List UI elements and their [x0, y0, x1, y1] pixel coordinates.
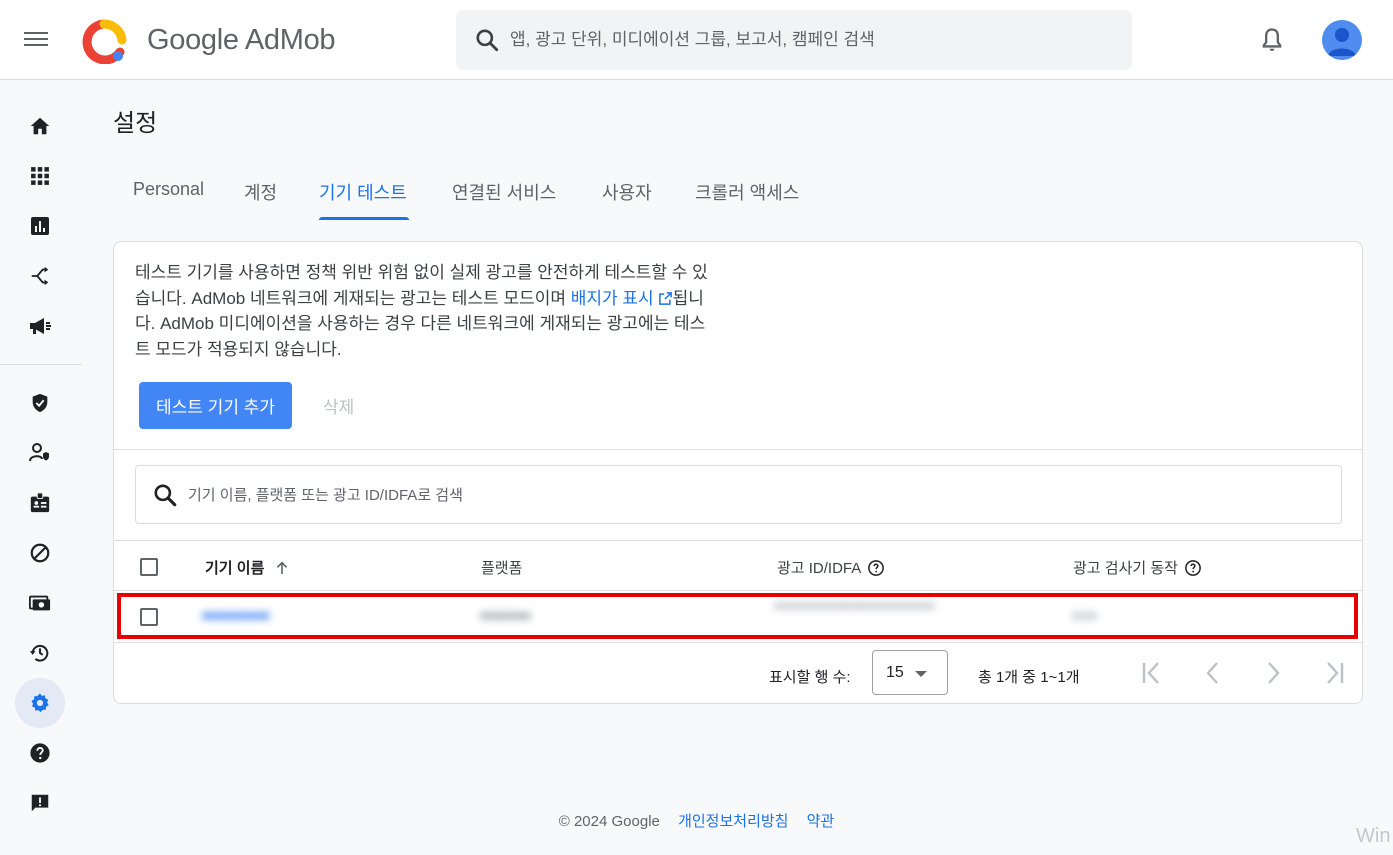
- nav-divider: [0, 364, 82, 365]
- inspector-value: ■■■: [1072, 607, 1098, 623]
- platform-value: ■■■■■■: [480, 607, 531, 623]
- nav-privacy-messaging[interactable]: [15, 428, 65, 478]
- last-page-icon[interactable]: [1318, 660, 1348, 686]
- nav-blocking-controls[interactable]: [15, 528, 65, 578]
- nav-campaigns[interactable]: [15, 301, 65, 351]
- global-search[interactable]: [456, 10, 1132, 70]
- col-header-device-name[interactable]: 기기 이름: [205, 557, 290, 578]
- shield-check-icon: [32, 393, 48, 413]
- device-search-input[interactable]: [188, 480, 1288, 510]
- rows-per-page-select[interactable]: 15: [872, 650, 948, 695]
- device-name-link[interactable]: ■■■■■■■■: [202, 607, 270, 623]
- col-header-ad-id[interactable]: 광고 ID/IDFA: [777, 557, 885, 578]
- reports-chart-icon: [31, 217, 49, 235]
- sort-arrow-up-icon[interactable]: [274, 560, 290, 576]
- footer: © 2024 Google 개인정보처리방침 약관: [0, 810, 1393, 831]
- divider: [114, 642, 1362, 643]
- badge-help-link-text[interactable]: 배지가 표시: [571, 289, 654, 308]
- privacy-link[interactable]: 개인정보처리방침: [678, 813, 788, 830]
- top-app-bar: Google AdMob: [0, 0, 1393, 80]
- next-page-icon[interactable]: [1258, 660, 1288, 686]
- help-circle-icon[interactable]: [1184, 559, 1202, 577]
- copyright: © 2024 Google: [558, 813, 660, 830]
- row-checkbox[interactable]: [140, 608, 158, 626]
- previous-page-icon[interactable]: [1198, 660, 1228, 686]
- nav-help[interactable]: [15, 728, 65, 778]
- tab-linked-services[interactable]: 연결된 서비스: [452, 165, 556, 221]
- device-search[interactable]: [135, 465, 1342, 524]
- rows-per-page-value: 15: [886, 664, 904, 681]
- nav-apps[interactable]: [15, 151, 65, 201]
- badge-help-link[interactable]: 배지가 표시: [571, 289, 673, 308]
- dropdown-caret-icon: [915, 671, 927, 677]
- nav-settings[interactable]: [15, 678, 65, 728]
- divider: [114, 540, 1362, 541]
- global-search-input[interactable]: [510, 24, 1110, 56]
- notifications-icon[interactable]: [1258, 26, 1286, 54]
- nav-reports[interactable]: [15, 201, 65, 251]
- mediation-split-icon: [31, 266, 49, 286]
- col-header-device-name-label: 기기 이름: [205, 560, 265, 577]
- apps-grid-icon: [31, 167, 49, 185]
- terms-link[interactable]: 약관: [807, 813, 835, 830]
- search-icon: [154, 484, 177, 507]
- side-navigation: [0, 80, 82, 855]
- help-icon: [30, 743, 50, 763]
- col-header-platform[interactable]: 플랫폼: [481, 557, 522, 578]
- divider: [114, 590, 1362, 591]
- external-link-icon: [658, 291, 672, 305]
- test-devices-card: 테스트 기기를 사용하면 정책 위반 위험 없이 실제 광고를 안전하게 테스트…: [113, 241, 1363, 704]
- block-icon: [30, 543, 50, 563]
- nav-payments[interactable]: [15, 578, 65, 628]
- tab-device-testing[interactable]: 기기 테스트: [319, 165, 407, 221]
- user-shield-icon: [29, 443, 49, 462]
- pagination-range: 총 1개 중 1~1개: [978, 669, 1080, 686]
- nav-mediation[interactable]: [15, 251, 65, 301]
- col-header-ad-id-label: 광고 ID/IDFA: [777, 560, 862, 577]
- payments-icon: [29, 595, 51, 611]
- rows-per-page-label: 표시할 행 수:: [769, 669, 851, 686]
- first-page-icon[interactable]: [1138, 660, 1168, 686]
- help-circle-icon[interactable]: [867, 559, 885, 577]
- page-title: 설정: [113, 110, 158, 137]
- badge-id-icon: [30, 492, 50, 513]
- test-devices-description: 테스트 기기를 사용하면 정책 위반 위험 없이 실제 광고를 안전하게 테스트…: [135, 260, 715, 362]
- tab-crawler-access[interactable]: 크롤러 액세스: [695, 165, 799, 221]
- history-icon: [29, 644, 49, 662]
- active-tab-indicator: [319, 217, 409, 220]
- nav-app-ads[interactable]: [15, 478, 65, 528]
- nav-home[interactable]: [15, 101, 65, 151]
- tab-users[interactable]: 사용자: [602, 165, 652, 221]
- campaign-megaphone-icon: [30, 318, 51, 334]
- admob-logo[interactable]: [80, 18, 128, 64]
- delete-button[interactable]: 삭제: [317, 382, 360, 429]
- account-avatar[interactable]: [1322, 20, 1362, 60]
- tab-account[interactable]: 계정: [244, 165, 277, 221]
- tab-personal[interactable]: Personal: [133, 165, 204, 221]
- col-header-ad-inspector[interactable]: 광고 검사기 동작: [1073, 557, 1202, 578]
- search-icon: [476, 29, 499, 52]
- col-header-ad-inspector-label: 광고 검사기 동작: [1073, 560, 1178, 577]
- ad-id-value: ■■■■■■■■■■■■■■■■■■■: [774, 597, 935, 613]
- highlight-box: [117, 593, 1358, 639]
- nav-change-history[interactable]: [15, 628, 65, 678]
- divider: [114, 449, 1362, 450]
- os-watermark: Win: [1356, 825, 1391, 847]
- menu-icon[interactable]: [24, 28, 56, 52]
- add-test-device-button[interactable]: 테스트 기기 추가: [139, 382, 292, 429]
- home-icon: [30, 117, 50, 135]
- gear-icon: [31, 693, 49, 713]
- brand-name: Google AdMob: [147, 24, 336, 56]
- nav-policy-center[interactable]: [15, 378, 65, 428]
- select-all-checkbox[interactable]: [140, 558, 158, 576]
